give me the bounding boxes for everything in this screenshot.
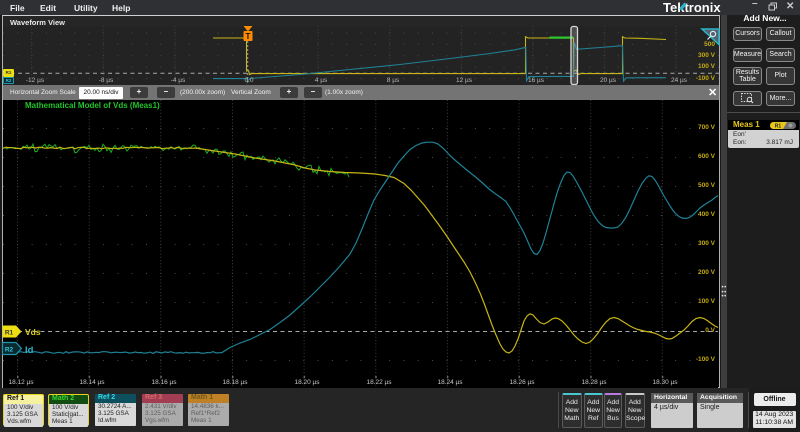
svg-text:T: T: [246, 32, 251, 41]
svg-text:R1: R1: [775, 123, 782, 129]
svg-text:R2: R2: [5, 347, 14, 354]
svg-text:R1: R1: [5, 330, 14, 337]
